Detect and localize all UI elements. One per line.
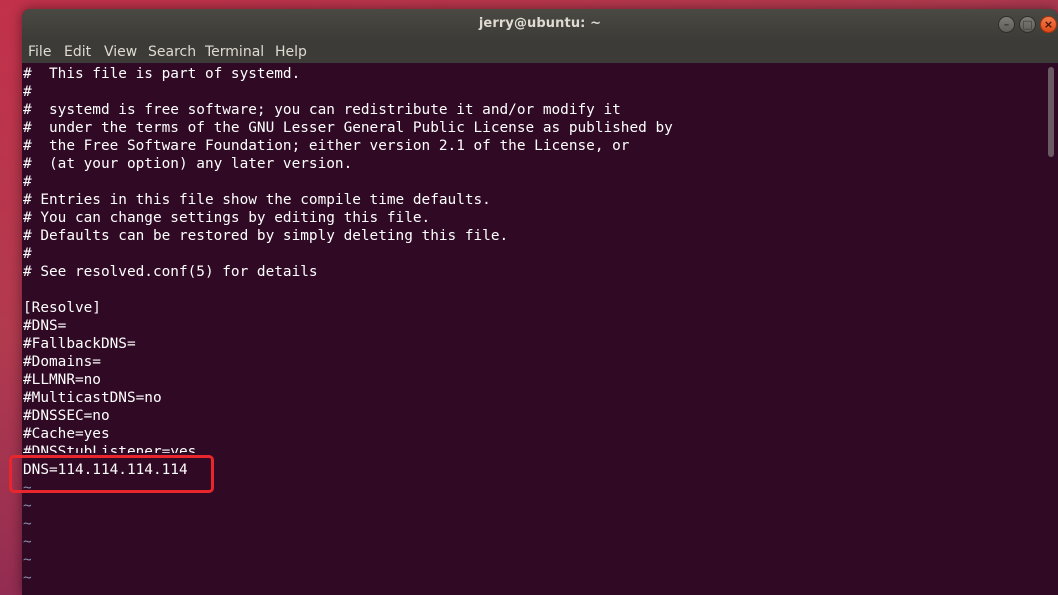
terminal-line: # (23, 84, 32, 100)
menu-bar: File Edit View Search Terminal Help (22, 41, 1058, 63)
terminal-line: # (23, 174, 32, 190)
terminal-line: #FallbackDNS= (23, 336, 136, 352)
terminal-line: # under the terms of the GNU Lesser Gene… (23, 120, 673, 136)
terminal-line: # (23, 246, 32, 262)
empty-line-marker: ~ (23, 498, 32, 514)
maximize-icon[interactable]: □ (1019, 16, 1036, 33)
menu-edit[interactable]: Edit (64, 43, 91, 61)
highlight-annotation-box (9, 455, 214, 493)
terminal-content[interactable]: # This file is part of systemd. # # syst… (22, 63, 1040, 595)
menu-terminal[interactable]: Terminal (205, 43, 264, 61)
terminal-line: #Cache=yes (23, 426, 110, 442)
terminal-line: # This file is part of systemd. (23, 66, 301, 82)
terminal-line: [Resolve] (23, 300, 101, 316)
close-icon[interactable]: × (1040, 16, 1057, 33)
menu-search[interactable]: Search (148, 43, 196, 61)
terminal-line: # (at your option) any later version. (23, 156, 353, 172)
terminal-line: #LLMNR=no (23, 372, 101, 388)
empty-line-marker: ~ (23, 552, 32, 568)
terminal-line: # You can change settings by editing thi… (23, 210, 431, 226)
menu-view[interactable]: View (104, 43, 137, 61)
terminal-line: # the Free Software Foundation; either v… (23, 138, 630, 154)
menu-help[interactable]: Help (275, 43, 307, 61)
terminal-line: # Defaults can be restored by simply del… (23, 228, 509, 244)
terminal-line: # systemd is free software; you can redi… (23, 102, 621, 118)
terminal-line: # Entries in this file show the compile … (23, 192, 491, 208)
title-bar[interactable]: jerry@ubuntu: ~ – □ × (22, 9, 1058, 41)
empty-line-marker: ~ (23, 534, 32, 550)
window-title: jerry@ubuntu: ~ (478, 16, 602, 31)
terminal-line: #MulticastDNS=no (23, 390, 162, 406)
scrollbar-thumb[interactable] (1048, 67, 1054, 157)
minimize-icon[interactable]: – (998, 16, 1015, 33)
terminal-line: #DNSStubListener=yes (23, 444, 197, 453)
menu-file[interactable]: File (28, 43, 51, 61)
terminal-window: jerry@ubuntu: ~ – □ × File Edit View Sea… (22, 9, 1058, 595)
empty-line-marker: ~ (23, 570, 32, 586)
vertical-scrollbar[interactable] (1040, 63, 1058, 595)
terminal-line: #DNS= (23, 318, 67, 334)
terminal-line: # See resolved.conf(5) for details (23, 264, 318, 280)
terminal-line: #DNSSEC=no (23, 408, 110, 424)
terminal-line: #Domains= (23, 354, 101, 370)
empty-line-marker: ~ (23, 516, 32, 532)
